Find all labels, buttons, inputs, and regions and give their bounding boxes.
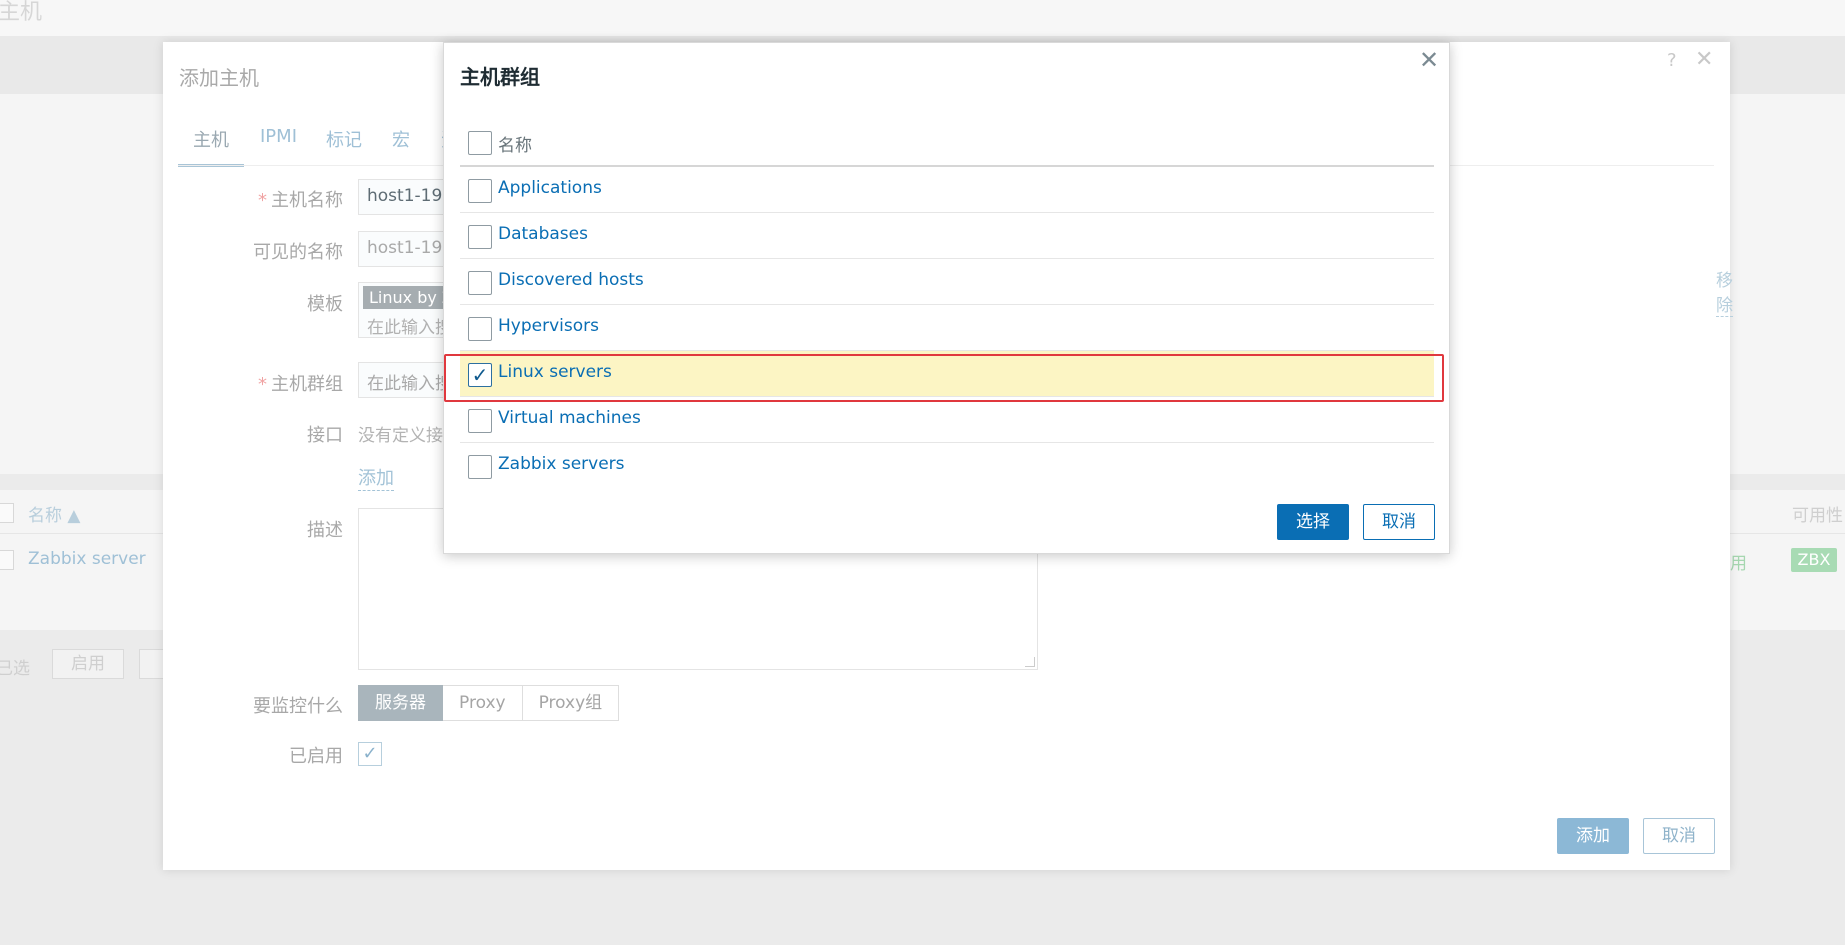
- table-row[interactable]: Discovered hosts: [460, 259, 1434, 305]
- host-groups-label: * 主机群组: [258, 374, 343, 395]
- close-icon[interactable]: ✕: [1695, 47, 1713, 72]
- table-row-selected[interactable]: ✓ Linux servers: [460, 351, 1434, 397]
- row-checkbox[interactable]: [0, 550, 14, 570]
- column-header-availability: 可用性: [1792, 506, 1843, 526]
- cancel-host-button[interactable]: 取消: [1643, 818, 1715, 854]
- group-link[interactable]: Zabbix servers: [498, 454, 625, 474]
- group-link[interactable]: Databases: [498, 224, 588, 244]
- enable-button[interactable]: 启用: [52, 649, 124, 679]
- table-row[interactable]: Databases: [460, 213, 1434, 259]
- column-header-name: 名称: [498, 136, 532, 156]
- visible-name-label: 可见的名称: [253, 242, 343, 263]
- row-checkbox[interactable]: [468, 225, 492, 249]
- tab-ipmi[interactable]: IPMI: [260, 126, 297, 147]
- tab-tags[interactable]: 标记: [326, 126, 362, 152]
- visible-name-input[interactable]: host1-192: [358, 231, 448, 267]
- zbx-availability-badge: ZBX: [1791, 548, 1837, 572]
- group-link[interactable]: Discovered hosts: [498, 270, 644, 290]
- templates-multiselect[interactable]: Linux by Z 在此输入搜: [358, 282, 448, 338]
- tab-host[interactable]: 主机: [193, 126, 229, 152]
- status-link[interactable]: 用: [1730, 549, 1747, 574]
- table-row[interactable]: Zabbix servers: [460, 443, 1434, 489]
- page-title: 主机: [0, 0, 43, 25]
- page-header: 主机: [0, 0, 1845, 36]
- monitored-by-server[interactable]: 服务器: [358, 685, 443, 721]
- row-checkbox[interactable]: [468, 409, 492, 433]
- templates-label: 模板: [307, 294, 343, 315]
- cancel-button[interactable]: 取消: [1363, 504, 1435, 540]
- enabled-checkbox[interactable]: ✓: [358, 742, 382, 766]
- select-all-checkbox[interactable]: [0, 503, 14, 523]
- group-link[interactable]: Virtual machines: [498, 408, 641, 428]
- host-groups-input[interactable]: 在此输入搜: [358, 362, 448, 398]
- template-search-placeholder[interactable]: 在此输入搜: [367, 313, 447, 337]
- monitored-by-proxy-group[interactable]: Proxy组: [522, 685, 620, 721]
- description-label: 描述: [307, 520, 343, 541]
- group-link[interactable]: Applications: [498, 178, 602, 198]
- row-checkbox[interactable]: [468, 317, 492, 341]
- select-button[interactable]: 选择: [1277, 504, 1349, 540]
- table-header: 名称: [460, 119, 1434, 167]
- selected-count: 已选: [0, 659, 30, 679]
- monitored-by-toggle: 服务器 Proxy Proxy组: [358, 685, 620, 721]
- monitored-by-proxy[interactable]: Proxy: [443, 685, 523, 721]
- tab-macros[interactable]: 宏: [392, 126, 410, 152]
- table-row[interactable]: Virtual machines: [460, 397, 1434, 443]
- group-link[interactable]: Linux servers: [498, 362, 612, 382]
- enabled-label: 已启用: [289, 746, 343, 767]
- host-group-table: 名称 Applications Databases Discovered hos…: [460, 119, 1434, 489]
- help-icon[interactable]: ?: [1667, 50, 1677, 71]
- host-name-label: * 主机名称: [258, 190, 343, 211]
- add-host-button[interactable]: 添加: [1557, 818, 1629, 854]
- remove-link[interactable]: 移除: [1716, 266, 1733, 317]
- host-name-input[interactable]: host1-192: [358, 179, 448, 215]
- group-link[interactable]: Hypervisors: [498, 316, 599, 336]
- monitored-by-label: 要监控什么: [253, 696, 343, 717]
- column-header-name[interactable]: 名称 ▲: [28, 501, 80, 526]
- host-group-picker-dialog: 主机群组 ✕ 名称 Applications Databases Discove…: [443, 42, 1450, 554]
- host-link[interactable]: Zabbix server: [28, 549, 146, 569]
- picker-title: 主机群组: [460, 65, 540, 89]
- dialog-title: 添加主机: [179, 66, 259, 90]
- table-row[interactable]: Applications: [460, 167, 1434, 213]
- table-row[interactable]: Hypervisors: [460, 305, 1434, 351]
- resize-handle[interactable]: [1025, 657, 1035, 667]
- row-checkbox[interactable]: [468, 179, 492, 203]
- interfaces-empty-text: 没有定义接: [358, 426, 443, 446]
- close-icon[interactable]: ✕: [1419, 46, 1439, 74]
- add-interface-link[interactable]: 添加: [358, 464, 394, 491]
- select-all-checkbox[interactable]: [468, 131, 492, 155]
- row-checkbox-checked[interactable]: ✓: [468, 363, 492, 387]
- template-chip[interactable]: Linux by Z: [363, 286, 447, 309]
- row-checkbox[interactable]: [468, 271, 492, 295]
- interfaces-label: 接口: [307, 425, 343, 446]
- row-checkbox[interactable]: [468, 455, 492, 479]
